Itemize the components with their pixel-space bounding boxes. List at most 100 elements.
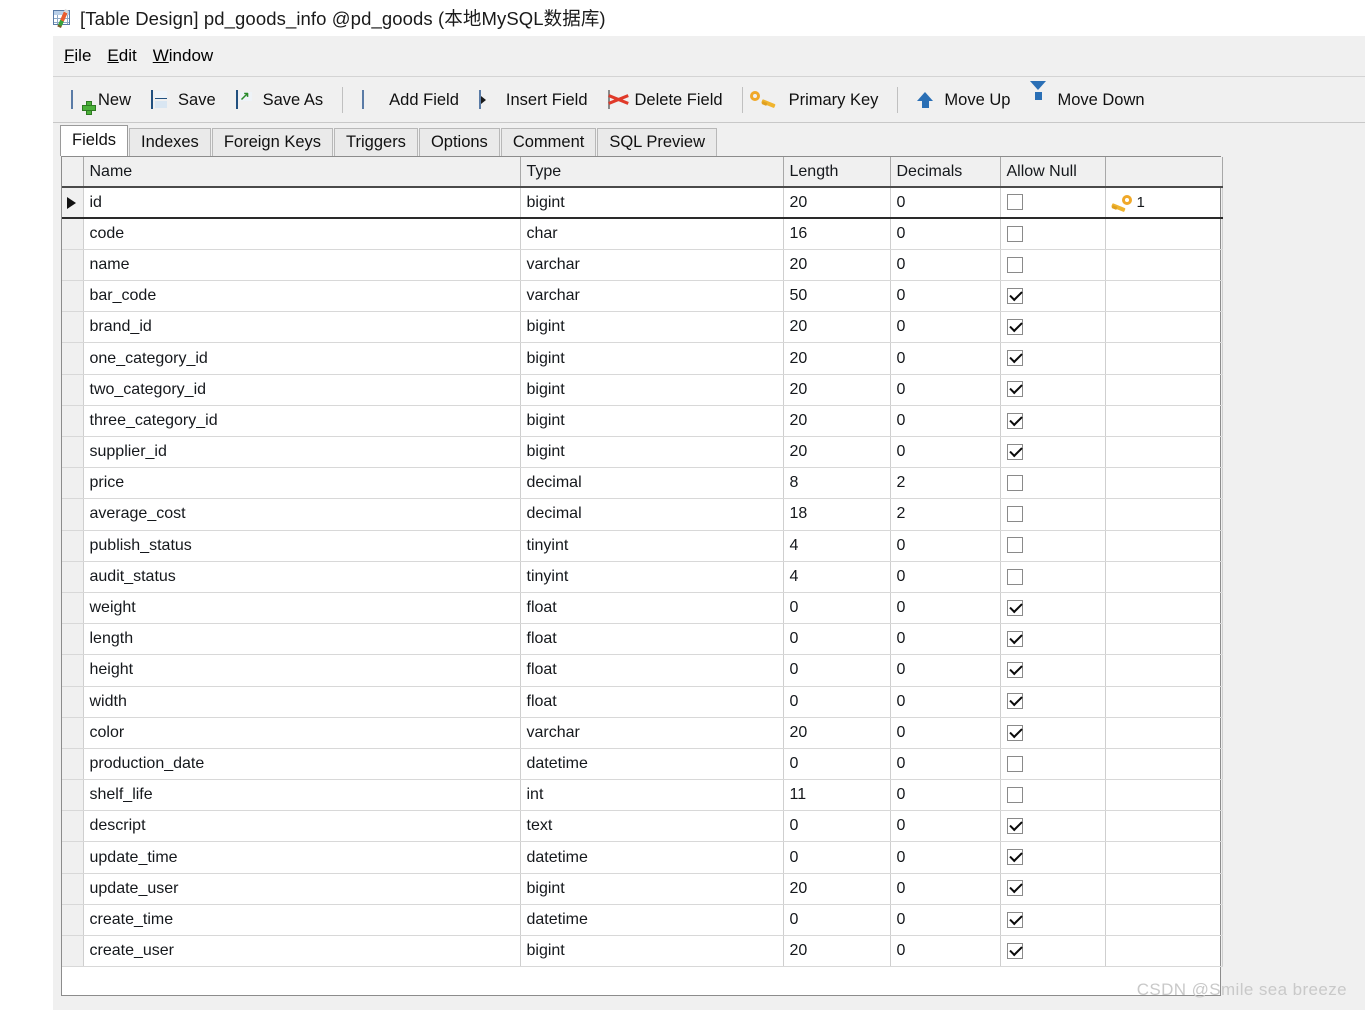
cell-field-name[interactable]: width	[83, 686, 521, 718]
row-selector[interactable]	[62, 654, 84, 687]
cell-field-length[interactable]: 18	[783, 498, 891, 531]
table-row[interactable]: audit_status tinyint 4 0	[62, 561, 1223, 593]
cell-field-name[interactable]: length	[83, 623, 521, 656]
cell-field-name[interactable]: bar_code	[83, 280, 521, 313]
cell-allow-null[interactable]	[1000, 623, 1106, 656]
add-field-button[interactable]: Add Field	[352, 83, 469, 117]
cell-field-name[interactable]: descript	[83, 810, 521, 843]
table-row[interactable]: weight float 0 0	[62, 592, 1223, 625]
delete-field-button[interactable]: Delete Field	[598, 83, 733, 117]
cell-field-type[interactable]: char	[520, 218, 784, 250]
cell-field-length[interactable]: 0	[783, 810, 891, 843]
checkbox-checked-icon[interactable]	[1006, 849, 1023, 866]
cell-primary-key[interactable]	[1105, 561, 1223, 593]
cell-field-length[interactable]: 20	[783, 405, 891, 438]
checkbox-unchecked-icon[interactable]	[1006, 786, 1023, 803]
cell-field-length[interactable]: 50	[783, 280, 891, 313]
checkbox-checked-icon[interactable]	[1006, 599, 1023, 616]
cell-field-type[interactable]: bigint	[520, 342, 784, 375]
cell-field-length[interactable]: 16	[783, 218, 891, 250]
row-selector[interactable]	[62, 592, 84, 625]
table-row[interactable]: three_category_id bigint 20 0	[62, 405, 1223, 438]
cell-field-decimals[interactable]: 0	[890, 841, 1001, 874]
cell-field-decimals[interactable]: 0	[890, 592, 1001, 625]
cell-field-decimals[interactable]: 0	[890, 280, 1001, 313]
cell-field-type[interactable]: bigint	[520, 311, 784, 344]
cell-allow-null[interactable]	[1000, 873, 1106, 905]
cell-allow-null[interactable]	[1000, 218, 1106, 250]
checkbox-unchecked-icon[interactable]	[1006, 475, 1023, 492]
checkbox-checked-icon[interactable]	[1006, 381, 1023, 398]
table-row[interactable]: price decimal 8 2	[62, 467, 1223, 500]
row-selector[interactable]	[62, 873, 84, 905]
cell-field-decimals[interactable]: 2	[890, 467, 1001, 500]
cell-field-length[interactable]: 20	[783, 374, 891, 406]
cell-allow-null[interactable]	[1000, 686, 1106, 718]
cell-allow-null[interactable]	[1000, 342, 1106, 375]
cell-field-type[interactable]: varchar	[520, 717, 784, 749]
cell-field-name[interactable]: height	[83, 654, 521, 687]
table-row[interactable]: descript text 0 0	[62, 810, 1223, 843]
cell-primary-key[interactable]	[1105, 342, 1223, 375]
row-selector[interactable]	[62, 748, 84, 781]
table-row[interactable]: color varchar 20 0	[62, 717, 1223, 749]
cell-allow-null[interactable]	[1000, 436, 1106, 469]
table-row[interactable]: id bigint 20 0 1	[62, 187, 1223, 220]
cell-field-decimals[interactable]: 0	[890, 218, 1001, 250]
cell-field-decimals[interactable]: 0	[890, 779, 1001, 812]
row-selector[interactable]	[62, 187, 84, 220]
cell-field-decimals[interactable]: 0	[890, 530, 1001, 562]
save-button[interactable]: Save	[141, 83, 226, 117]
cell-field-type[interactable]: decimal	[520, 498, 784, 531]
table-row[interactable]: width float 0 0	[62, 686, 1223, 718]
row-selector[interactable]	[62, 623, 84, 656]
tab-options[interactable]: Options	[418, 128, 500, 156]
cell-primary-key[interactable]	[1105, 592, 1223, 625]
row-selector[interactable]	[62, 311, 84, 344]
cell-primary-key[interactable]	[1105, 935, 1223, 968]
cell-allow-null[interactable]	[1000, 748, 1106, 781]
cell-allow-null[interactable]	[1000, 561, 1106, 593]
cell-primary-key[interactable]	[1105, 623, 1223, 656]
cell-field-decimals[interactable]: 0	[890, 342, 1001, 375]
column-header-type[interactable]: Type	[520, 157, 784, 188]
checkbox-checked-icon[interactable]	[1006, 319, 1023, 336]
cell-field-length[interactable]: 11	[783, 779, 891, 812]
cell-allow-null[interactable]	[1000, 467, 1106, 500]
cell-field-type[interactable]: float	[520, 654, 784, 687]
cell-field-name[interactable]: price	[83, 467, 521, 500]
cell-field-type[interactable]: int	[520, 779, 784, 812]
row-selector[interactable]	[62, 405, 84, 438]
tab-sql-preview[interactable]: SQL Preview	[597, 128, 718, 156]
cell-field-type[interactable]: bigint	[520, 405, 784, 438]
cell-field-length[interactable]: 0	[783, 592, 891, 625]
table-row[interactable]: average_cost decimal 18 2	[62, 498, 1223, 531]
cell-field-name[interactable]: code	[83, 218, 521, 250]
cell-allow-null[interactable]	[1000, 405, 1106, 438]
row-selector[interactable]	[62, 498, 84, 531]
cell-field-type[interactable]: bigint	[520, 187, 784, 220]
table-row[interactable]: supplier_id bigint 20 0	[62, 436, 1223, 469]
cell-primary-key[interactable]	[1105, 873, 1223, 905]
table-row[interactable]: code char 16 0	[62, 218, 1223, 250]
checkbox-checked-icon[interactable]	[1006, 630, 1023, 647]
cell-field-length[interactable]: 4	[783, 530, 891, 562]
checkbox-checked-icon[interactable]	[1006, 911, 1023, 928]
cell-field-type[interactable]: bigint	[520, 873, 784, 905]
row-selector[interactable]	[62, 342, 84, 375]
checkbox-unchecked-icon[interactable]	[1006, 225, 1023, 242]
cell-allow-null[interactable]	[1000, 249, 1106, 282]
cell-field-length[interactable]: 20	[783, 249, 891, 282]
insert-field-button[interactable]: Insert Field	[469, 83, 598, 117]
menu-item-edit[interactable]: Edit	[107, 43, 147, 69]
cell-field-name[interactable]: one_category_id	[83, 342, 521, 375]
table-row[interactable]: update_time datetime 0 0	[62, 841, 1223, 874]
cell-allow-null[interactable]	[1000, 280, 1106, 313]
cell-field-type[interactable]: float	[520, 686, 784, 718]
cell-field-length[interactable]: 20	[783, 187, 891, 220]
cell-field-name[interactable]: create_user	[83, 935, 521, 968]
cell-primary-key[interactable]	[1105, 810, 1223, 843]
table-row[interactable]: publish_status tinyint 4 0	[62, 530, 1223, 562]
cell-field-type[interactable]: datetime	[520, 841, 784, 874]
cell-field-name[interactable]: average_cost	[83, 498, 521, 531]
